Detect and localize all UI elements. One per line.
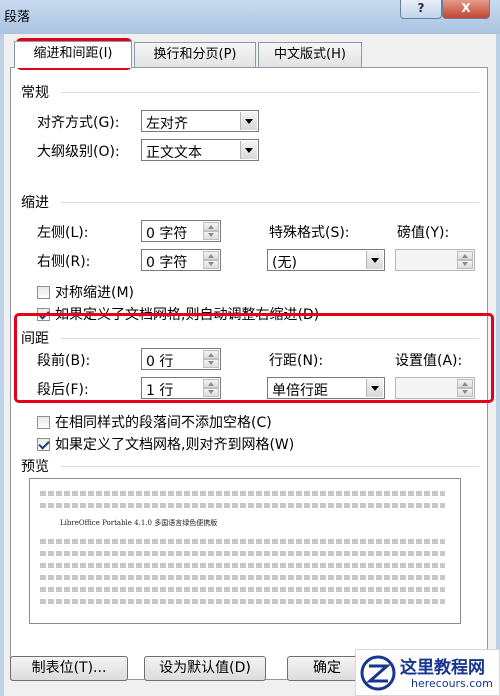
spin-up-icon[interactable]: [457, 379, 473, 388]
preview-pane: LibreOffice Portable 4.1.0 多国语言绿色便携版: [29, 478, 461, 624]
tab-asian-typography[interactable]: 中文版式(H): [258, 42, 362, 67]
general-section-title: 常规: [21, 85, 49, 101]
spin-up-icon[interactable]: [203, 222, 219, 231]
spin-up-icon[interactable]: [457, 251, 473, 260]
spin-down-icon[interactable]: [203, 260, 219, 269]
preview-section-title: 预览: [21, 459, 49, 475]
indent-by-label: 磅值(Y):: [397, 225, 450, 241]
tabs-button[interactable]: 制表位(T)...: [10, 656, 128, 681]
indent-by-spinner[interactable]: [395, 249, 475, 271]
right-indent-value: 0 字符: [146, 255, 188, 271]
left-indent-label: 左侧(L):: [37, 225, 89, 241]
chevron-down-icon[interactable]: [240, 112, 257, 130]
watermark-title: 这里教程网: [400, 658, 485, 678]
left-indent-spinner[interactable]: 0 字符: [141, 220, 221, 242]
line-spacing-value: 单倍行距: [272, 383, 328, 399]
spin-down-icon[interactable]: [457, 388, 473, 397]
alignment-dropdown[interactable]: 左对齐: [141, 110, 259, 132]
outline-level-label: 大纲级别(O):: [37, 144, 120, 160]
chevron-down-icon[interactable]: [366, 251, 383, 269]
spin-down-icon[interactable]: [203, 388, 219, 397]
checkmark-icon[interactable]: [37, 438, 50, 451]
auto-adjust-indent-checkbox[interactable]: 如果定义了文档网格,则自动调整右缩进(D): [37, 304, 319, 324]
separator: [61, 202, 479, 203]
special-indent-dropdown[interactable]: (无): [267, 249, 385, 271]
line-spacing-label: 行距(N):: [269, 353, 324, 369]
preview-sample-text: LibreOffice Portable 4.1.0 多国语言绿色便携版: [60, 519, 218, 527]
paragraph-dialog: 缩进和间距(I) 换行和分页(P) 中文版式(H) 常规 对齐方式(G): 左对…: [4, 34, 496, 696]
space-before-label: 段前(B):: [37, 353, 91, 369]
special-indent-value: (无): [272, 255, 297, 271]
tab-line-page-breaks[interactable]: 换行和分页(P): [134, 42, 256, 67]
chevron-down-icon[interactable]: [240, 141, 257, 159]
special-indent-label: 特殊格式(S):: [269, 225, 350, 241]
space-after-value: 1 行: [146, 383, 174, 399]
spin-down-icon[interactable]: [457, 260, 473, 269]
no-space-same-style-checkbox[interactable]: 在相同样式的段落间不添加空格(C): [37, 412, 272, 432]
auto-adjust-indent-label: 如果定义了文档网格,则自动调整右缩进(D): [55, 307, 320, 323]
indent-section-title: 缩进: [21, 195, 49, 211]
title-bar: 段落 ? X: [0, 0, 500, 34]
spacing-at-label: 设置值(A):: [395, 353, 463, 369]
space-before-spinner[interactable]: 0 行: [141, 348, 221, 370]
separator: [61, 92, 479, 93]
alignment-label: 对齐方式(G):: [37, 115, 120, 131]
checkmark-icon[interactable]: [37, 308, 50, 321]
chevron-down-icon[interactable]: [366, 379, 383, 397]
mirror-indents-checkbox[interactable]: 对称缩进(M): [37, 282, 134, 302]
spacing-at-spinner[interactable]: [395, 377, 475, 399]
spin-down-icon[interactable]: [203, 231, 219, 240]
window-title: 段落: [4, 10, 31, 25]
outline-level-value: 正文文本: [146, 145, 202, 161]
tab-indents-spacing[interactable]: 缩进和间距(I): [14, 41, 132, 68]
mirror-indents-label: 对称缩进(M): [55, 285, 135, 301]
checkbox-box[interactable]: [37, 286, 50, 299]
outline-level-dropdown[interactable]: 正文文本: [141, 139, 259, 161]
checkbox-box[interactable]: [37, 416, 50, 429]
space-before-value: 0 行: [146, 354, 174, 370]
watermark: 这里教程网 herecours.com: [355, 649, 500, 696]
no-space-same-style-label: 在相同样式的段落间不添加空格(C): [55, 415, 272, 431]
separator: [61, 338, 479, 339]
space-after-label: 段后(F):: [37, 382, 89, 398]
alignment-value: 左对齐: [146, 116, 188, 132]
right-indent-spinner[interactable]: 0 字符: [141, 249, 221, 271]
left-indent-value: 0 字符: [146, 226, 188, 242]
watermark-url: herecours.com: [411, 677, 493, 690]
logo-icon: [360, 655, 396, 691]
spin-up-icon[interactable]: [203, 379, 219, 388]
snap-to-grid-label: 如果定义了文档网格,则对齐到网格(W): [55, 437, 295, 453]
spin-up-icon[interactable]: [203, 251, 219, 260]
snap-to-grid-checkbox[interactable]: 如果定义了文档网格,则对齐到网格(W): [37, 434, 294, 454]
spin-down-icon[interactable]: [203, 359, 219, 368]
space-after-spinner[interactable]: 1 行: [141, 377, 221, 399]
close-button[interactable]: X: [442, 0, 490, 19]
spacing-section-title: 间距: [21, 331, 49, 347]
set-default-button[interactable]: 设为默认值(D): [144, 656, 266, 681]
separator: [61, 466, 479, 467]
line-spacing-dropdown[interactable]: 单倍行距: [267, 377, 385, 399]
right-indent-label: 右侧(R):: [37, 254, 91, 270]
help-button[interactable]: ?: [400, 0, 442, 19]
spin-up-icon[interactable]: [203, 350, 219, 359]
